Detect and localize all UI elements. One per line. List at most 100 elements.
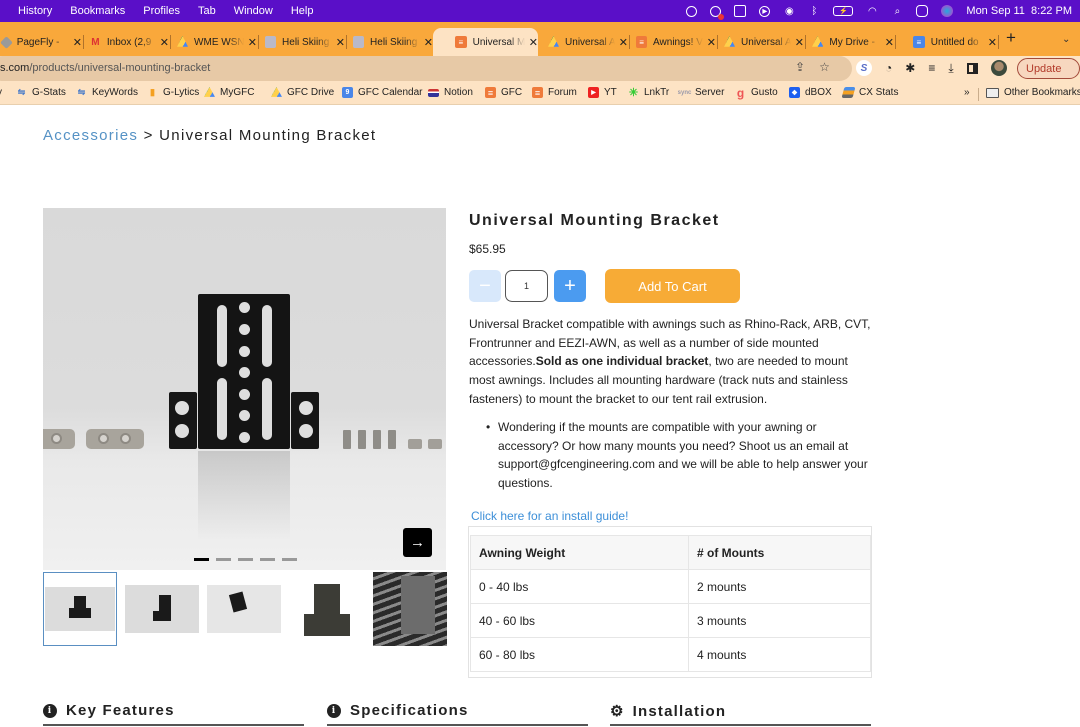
- bookmark-dbox[interactable]: ❖ dBOX: [789, 87, 832, 98]
- gmail-icon: M: [91, 36, 100, 48]
- update-button[interactable]: Update ⋮: [1017, 58, 1080, 79]
- thumb-bracket-installed[interactable]: [373, 572, 447, 646]
- thumb-bracket-drawing[interactable]: [290, 572, 364, 646]
- more-bookmarks-chevron-icon[interactable]: »: [964, 87, 970, 98]
- quantity-input[interactable]: [505, 270, 548, 302]
- close-icon[interactable]: ✕: [336, 36, 345, 49]
- slide-dot-4[interactable]: [260, 558, 275, 561]
- bluetooth-icon[interactable]: ᛒ: [808, 5, 820, 17]
- menu-bookmarks[interactable]: Bookmarks: [70, 5, 125, 17]
- control-center-icon[interactable]: [916, 5, 929, 17]
- close-icon[interactable]: ✕: [619, 36, 628, 49]
- slide-dot-1[interactable]: [194, 558, 209, 561]
- tab-inbox[interactable]: M Inbox (2,9 ✕: [82, 28, 171, 56]
- bookmark-server[interactable]: sync Server: [677, 87, 725, 98]
- bookmark-keywords[interactable]: ⇋ KeyWords: [76, 87, 138, 98]
- tab-universal-a-1[interactable]: Universal A ✕: [540, 28, 630, 56]
- gear-icon: ⚙: [610, 703, 625, 720]
- close-icon[interactable]: ✕: [885, 36, 894, 49]
- spotlight-search-icon[interactable]: ⌕: [891, 5, 903, 17]
- table-row: 60 - 80 lbs 4 mounts: [470, 637, 871, 672]
- quantity-decrease-button[interactable]: −: [469, 270, 501, 302]
- add-to-cart-button[interactable]: Add To Cart: [605, 269, 740, 303]
- siri-icon[interactable]: [941, 5, 954, 17]
- close-icon[interactable]: ✕: [248, 36, 257, 49]
- dropbox-icon: ❖: [789, 87, 800, 98]
- close-icon[interactable]: ✕: [707, 36, 716, 49]
- screen-record-icon[interactable]: [710, 5, 725, 20]
- reading-list-icon[interactable]: ≡: [928, 61, 935, 75]
- share-icon[interactable]: ⇪: [795, 60, 805, 74]
- wifi-icon[interactable]: ◠: [866, 5, 878, 17]
- menu-tab[interactable]: Tab: [198, 5, 216, 17]
- section-key-features[interactable]: i Key Features: [43, 702, 175, 719]
- bookmark-cx-stats[interactable]: CX Stats: [841, 87, 898, 98]
- thumb-bracket-top[interactable]: [207, 572, 281, 646]
- tab-pagefly[interactable]: PageFly - ✕: [0, 28, 84, 56]
- slide-dot-3[interactable]: [238, 558, 253, 561]
- install-guide-link[interactable]: Click here for an install guide!: [471, 509, 628, 523]
- bookmark-g-stats[interactable]: ⇋ G-Stats: [16, 87, 66, 98]
- tab-universal-a-2[interactable]: Universal A ✕: [716, 28, 806, 56]
- bookmark-gusto[interactable]: g Gusto: [735, 86, 778, 100]
- slide-dot-5[interactable]: [282, 558, 297, 561]
- bookmark-mygfc[interactable]: MyGFC: [204, 87, 254, 98]
- product-main-image[interactable]: →: [43, 208, 446, 570]
- sync-icon: sync: [677, 89, 692, 96]
- thumbnail-strip: [43, 572, 447, 646]
- close-icon[interactable]: ✕: [160, 36, 169, 49]
- menu-profiles[interactable]: Profiles: [143, 5, 180, 17]
- tab-search-chevron-icon[interactable]: ⌄: [1062, 34, 1070, 45]
- bookmark-yt[interactable]: ▶ YT: [588, 87, 617, 98]
- folder-icon: [986, 87, 999, 98]
- table-row: 40 - 60 lbs 3 mounts: [470, 603, 871, 638]
- download-icon[interactable]: ⤓: [948, 61, 953, 76]
- bookmark-g-lytics[interactable]: ▮ G-Lytics: [147, 87, 199, 98]
- bookmark-notion[interactable]: Notion: [428, 87, 473, 98]
- next-slide-arrow-icon[interactable]: →: [403, 528, 432, 557]
- section-installation[interactable]: ⚙ Installation: [610, 702, 726, 721]
- play-icon[interactable]: ▸: [759, 5, 771, 17]
- slide-dot-2[interactable]: [216, 558, 231, 561]
- airdrop-icon[interactable]: ◉: [783, 5, 795, 17]
- menubar-clock[interactable]: Mon Sep 11 8:22 PM: [966, 5, 1072, 17]
- 1password-extension-icon[interactable]: ◔: [885, 61, 892, 75]
- address-bar[interactable]: s.com/products/universal-mounting-bracke…: [0, 56, 852, 81]
- 1password-icon[interactable]: [686, 5, 698, 17]
- close-icon[interactable]: ✕: [795, 36, 804, 49]
- bookmark-gfc-drive[interactable]: GFC Drive: [271, 87, 334, 98]
- thumb-bracket-angle[interactable]: [125, 572, 199, 646]
- layout-icon[interactable]: [734, 5, 747, 17]
- close-icon[interactable]: ✕: [424, 36, 433, 49]
- battery-icon[interactable]: ⚡: [833, 6, 854, 16]
- breadcrumb-accessories-link[interactable]: Accessories: [43, 127, 138, 144]
- profile-avatar[interactable]: [990, 60, 1007, 76]
- bookmark-forum[interactable]: ≡ Forum: [532, 87, 577, 98]
- section-specifications[interactable]: i Specifications: [327, 702, 469, 719]
- new-tab-button[interactable]: +: [1006, 28, 1016, 48]
- info-icon: i: [43, 703, 57, 718]
- quantity-increase-button[interactable]: +: [554, 270, 586, 302]
- thumb-bracket-front[interactable]: [43, 572, 117, 646]
- menu-help[interactable]: Help: [291, 5, 314, 17]
- bookmark-lnktr[interactable]: ✳ LnkTr: [628, 87, 669, 99]
- menu-window[interactable]: Window: [234, 5, 273, 17]
- tab-awnings[interactable]: ≡ Awnings! V ✕: [628, 28, 718, 56]
- close-icon[interactable]: ✕: [73, 36, 82, 49]
- bookmark-star-icon[interactable]: ☆: [819, 60, 830, 74]
- extensions-puzzle-icon[interactable]: ✱: [905, 61, 915, 75]
- bookmark-gfc[interactable]: ≡ GFC: [485, 87, 522, 98]
- close-icon[interactable]: ✕: [988, 36, 997, 49]
- side-panel-icon[interactable]: [966, 62, 978, 74]
- tab-wme-wsn[interactable]: WME WSN ✕: [169, 28, 259, 56]
- bookmark-gfc-calendar[interactable]: 9 GFC Calendar: [342, 87, 422, 98]
- tab-heli-skiing-1[interactable]: Heli Skiing ✕: [257, 28, 347, 56]
- menu-history[interactable]: History: [18, 5, 52, 17]
- tab-my-drive[interactable]: My Drive - ✕: [804, 28, 896, 56]
- tab-heli-skiing-2[interactable]: Heli Skiing ✕: [345, 28, 433, 56]
- tab-untitled-doc[interactable]: ≡ Untitled do ✕: [905, 28, 999, 56]
- tab-universal-mounting-active[interactable]: ≡ Universal M ✕: [433, 28, 538, 56]
- other-bookmarks-folder[interactable]: Other Bookmarks: [986, 87, 1080, 98]
- close-icon[interactable]: ✕: [529, 36, 538, 49]
- s-extension-icon[interactable]: S: [856, 60, 872, 76]
